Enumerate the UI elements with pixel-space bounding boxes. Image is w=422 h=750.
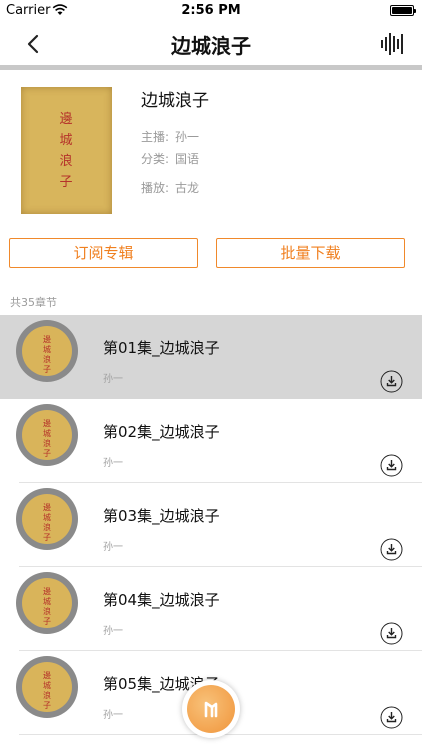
episode-thumbnail: 邊城浪子	[16, 488, 78, 550]
album-category: 分类: 国语	[141, 150, 199, 167]
category-label: 分类:	[141, 152, 170, 166]
episode-thumbnail: 邊城浪子	[16, 572, 78, 634]
chapter-count: 共35章节	[10, 296, 57, 309]
episode-list: 邊城浪子 第01集_边城浪子 孙一 邊城浪子 第02集_边城浪子 孙一 邊城浪子…	[0, 315, 422, 735]
header-divider	[0, 65, 422, 70]
status-bar: Carrier 2:56 PM	[0, 0, 422, 22]
play-value: 古龙	[175, 181, 200, 195]
download-icon[interactable]	[380, 622, 403, 645]
episode-author: 孙一	[103, 710, 123, 721]
download-icon[interactable]	[380, 370, 403, 393]
audio-wave-icon[interactable]	[380, 31, 406, 57]
episode-row[interactable]: 邊城浪子 第04集_边城浪子 孙一	[0, 567, 422, 651]
page-title: 边城浪子	[171, 34, 251, 58]
download-icon[interactable]	[380, 454, 403, 477]
episode-thumbnail: 邊城浪子	[16, 404, 78, 466]
episode-thumbnail: 邊城浪子	[16, 320, 78, 382]
category-value: 国语	[175, 152, 200, 166]
mini-player-button[interactable]	[182, 680, 240, 738]
episode-author: 孙一	[103, 542, 123, 553]
play-label: 播放:	[141, 181, 170, 195]
batch-download-button[interactable]: 批量下载	[216, 238, 405, 268]
download-icon[interactable]	[380, 706, 403, 729]
album-play: 播放: 古龙	[141, 179, 199, 196]
anchor-value: 孙一	[175, 130, 200, 144]
navigation-bar: 边城浪子	[0, 22, 422, 65]
album-anchor: 主播: 孙一	[141, 128, 199, 145]
subscribe-button[interactable]: 订阅专辑	[9, 238, 198, 268]
cover-title: 邊城浪子	[59, 112, 73, 190]
episode-thumbnail: 邊城浪子	[16, 656, 78, 718]
anchor-label: 主播:	[141, 130, 170, 144]
episode-title: 第04集_边城浪子	[103, 591, 220, 609]
episode-author: 孙一	[103, 374, 123, 385]
album-cover: 邊城浪子	[21, 87, 112, 214]
music-note-icon	[204, 701, 218, 718]
battery-icon	[390, 5, 416, 16]
album-title: 边城浪子	[141, 91, 209, 111]
episode-title: 第01集_边城浪子	[103, 339, 220, 357]
status-time: 2:56 PM	[181, 3, 241, 18]
download-icon[interactable]	[380, 538, 403, 561]
episode-author: 孙一	[103, 626, 123, 637]
episode-title: 第02集_边城浪子	[103, 423, 220, 441]
episode-row[interactable]: 邊城浪子 第02集_边城浪子 孙一	[0, 399, 422, 483]
episode-author: 孙一	[103, 458, 123, 469]
episode-row[interactable]: 邊城浪子 第03集_边城浪子 孙一	[0, 483, 422, 567]
episode-title: 第03集_边城浪子	[103, 507, 220, 525]
episode-row[interactable]: 邊城浪子 第01集_边城浪子 孙一	[0, 315, 422, 399]
